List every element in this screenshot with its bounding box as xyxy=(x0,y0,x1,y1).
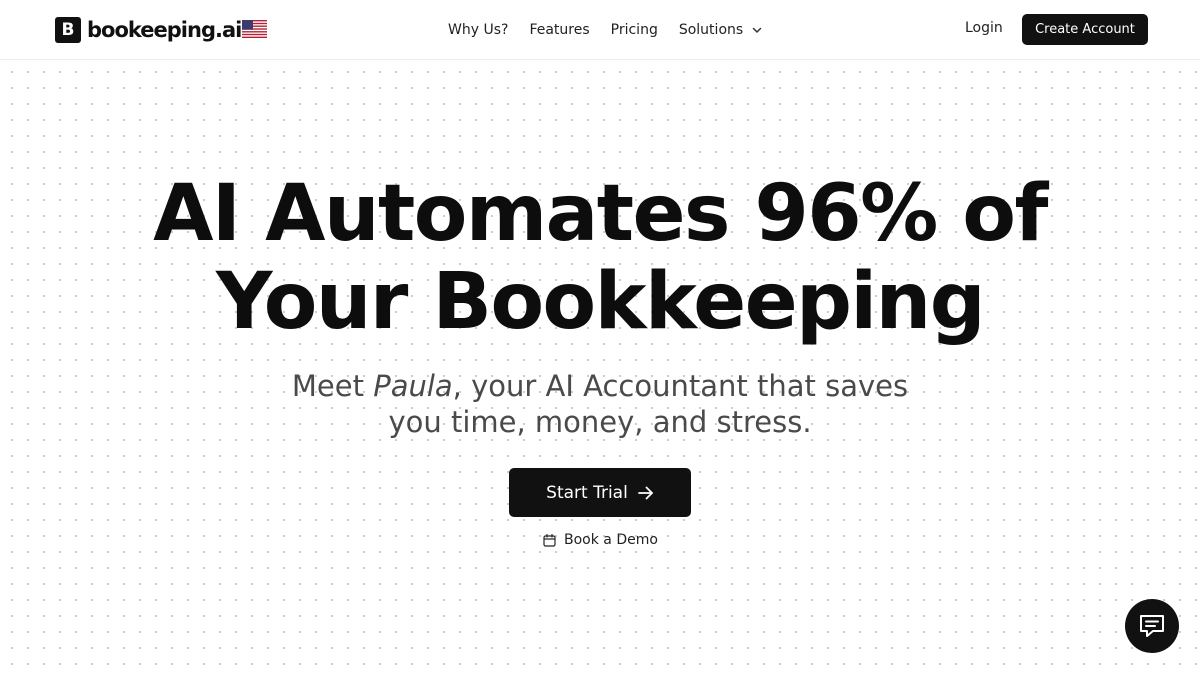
us-flag-icon[interactable] xyxy=(242,20,267,38)
subtitle-line2: you time, money, and stress. xyxy=(388,405,812,439)
nav-features-label: Features xyxy=(529,22,590,38)
nav-solutions-label: Solutions xyxy=(678,22,744,38)
hero-subtitle: Meet Paula, your AI Accountant that save… xyxy=(200,368,1000,440)
main-nav: Why Us? Features Pricing Solutions xyxy=(448,0,783,60)
nav-pricing-label: Pricing xyxy=(610,22,658,38)
start-trial-button[interactable]: Start Trial xyxy=(509,468,691,517)
nav-why-us-label: Why Us? xyxy=(448,22,509,38)
book-demo-link[interactable]: Book a Demo xyxy=(543,530,658,550)
create-account-button[interactable]: Create Account xyxy=(1022,14,1148,45)
calendar-icon xyxy=(543,533,556,547)
nav-why-us[interactable]: Why Us? xyxy=(448,22,508,38)
logo-text: bookeeping.ai xyxy=(87,18,242,42)
hero-title-line2: Your Bookkeeping xyxy=(215,257,986,347)
nav-pricing[interactable]: Pricing xyxy=(611,22,658,38)
logo-mark-icon: B xyxy=(55,17,81,43)
nav-solutions[interactable]: Solutions xyxy=(679,22,762,38)
chat-button[interactable] xyxy=(1125,599,1179,653)
dot-pattern-background xyxy=(0,60,1200,674)
hero-title-line1: AI Automates 96% of xyxy=(153,169,1048,259)
login-link[interactable]: Login xyxy=(965,20,1003,36)
start-trial-label: Start Trial xyxy=(546,482,628,503)
arrow-right-icon xyxy=(637,486,653,499)
book-demo-label: Book a Demo xyxy=(564,532,658,548)
nav-features[interactable]: Features xyxy=(529,22,589,38)
hero-title: AI Automates 96% of Your Bookkeeping xyxy=(100,170,1100,346)
page: B bookeeping.ai Why Us? Features Pricing xyxy=(0,0,1200,674)
subtitle-line1-rest: , your AI Accountant that saves xyxy=(452,369,909,403)
chat-icon xyxy=(1140,615,1164,637)
subtitle-prefix: Meet xyxy=(291,369,374,403)
logo[interactable]: B bookeeping.ai xyxy=(55,16,242,44)
site-header: B bookeeping.ai Why Us? Features Pricing xyxy=(0,0,1200,60)
chevron-down-icon xyxy=(752,27,762,33)
subtitle-name: Paula xyxy=(373,369,453,403)
